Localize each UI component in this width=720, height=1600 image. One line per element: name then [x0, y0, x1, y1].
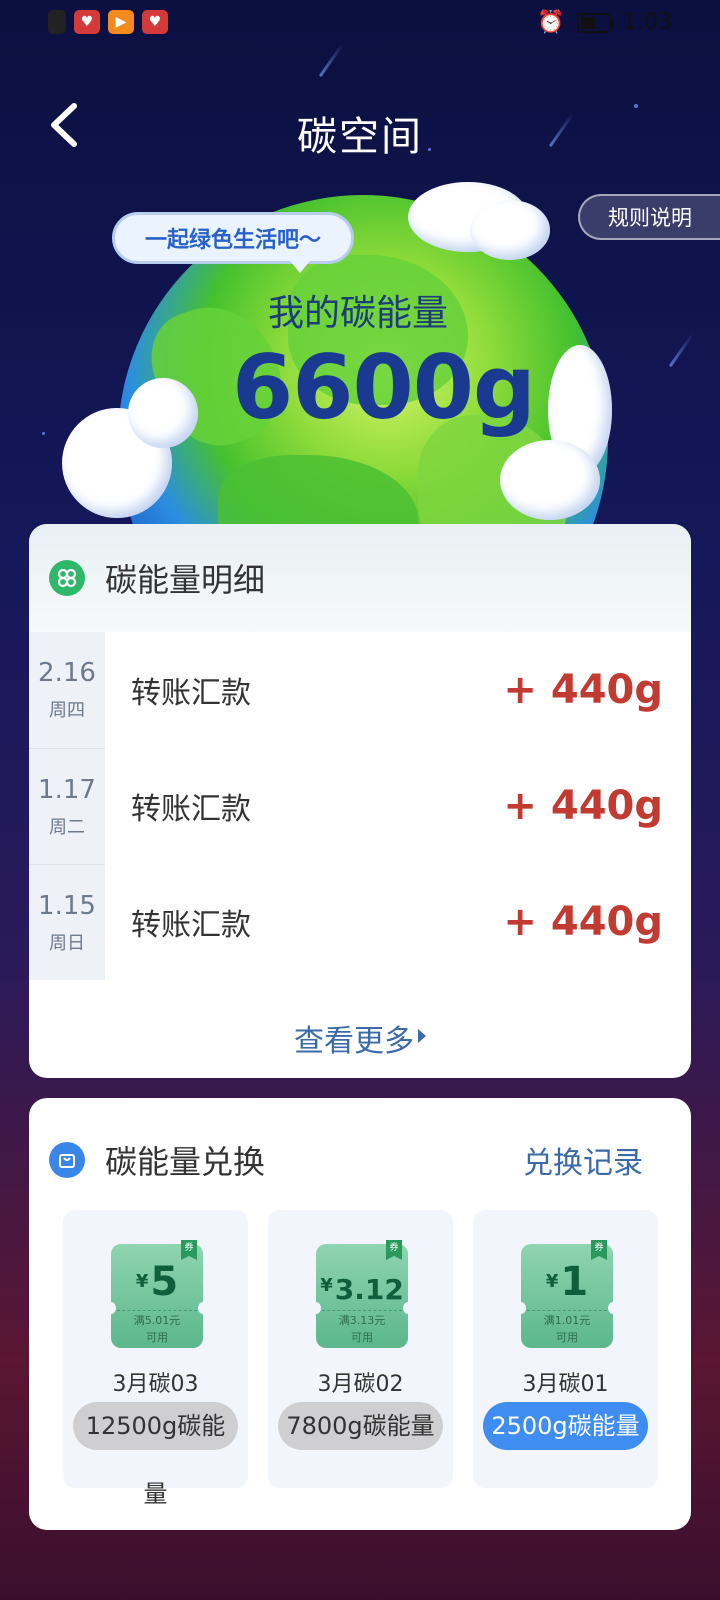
status-bar: ♥ ▶ ♥ ⏰ 1:03: [0, 0, 720, 48]
list-item[interactable]: 1.15 周日 转账汇款 + 440g: [29, 864, 691, 980]
transaction-label: 转账汇款: [131, 792, 251, 827]
streak-decoration: [668, 332, 695, 368]
coupon-name: 3月碳03: [112, 1372, 199, 1397]
redeem-cost: 7800g碳能量: [286, 1412, 435, 1440]
currency-symbol: ¥: [135, 1271, 149, 1292]
date: 2.16: [38, 658, 96, 688]
card-header: 碳能量兑换 兑换记录: [29, 1098, 691, 1222]
coupon-value: 3.12: [334, 1273, 404, 1306]
rules-button[interactable]: 规则说明: [578, 194, 720, 240]
weekday: 周日: [49, 932, 85, 954]
date-cell: 1.17 周二: [29, 748, 105, 864]
details-list: 2.16 周四 转账汇款 + 440g 1.17 周二 转账汇款 + 440g …: [29, 632, 691, 980]
coupon-list: 券 ¥5 满5.01元 可用 3月碳03 12500g碳能 量 券 ¥3.12: [63, 1210, 658, 1508]
coupon-name: 3月碳01: [522, 1372, 609, 1397]
weekday: 周四: [49, 700, 85, 721]
alarm-icon: ⏰: [537, 10, 565, 35]
coupon-value-wrap: ¥3.12: [316, 1264, 408, 1312]
coupon-condition-wrap: 满3.13元 可用: [316, 1312, 408, 1346]
transaction-label: 转账汇款: [131, 908, 251, 943]
date: 1.15: [38, 890, 96, 921]
coupon-value-wrap: ¥1: [521, 1260, 613, 1304]
redeem-button[interactable]: 12500g碳能: [73, 1402, 238, 1450]
coupon-ticket: 券 ¥3.12 满3.13元 可用: [311, 1240, 413, 1348]
redeem-cost: 12500g碳能: [85, 1412, 226, 1440]
coupon-condition: 满3.13元: [338, 1314, 386, 1327]
redeem-button[interactable]: 2500g碳能量: [483, 1402, 648, 1450]
energy-label: 我的碳能量: [268, 293, 449, 334]
star-decoration: [42, 432, 45, 435]
date-cell: 1.15 周日: [29, 864, 105, 980]
date: 1.17: [38, 774, 96, 805]
coupon-tag-icon: 券: [386, 1240, 402, 1260]
energy-details-card: 碳能量明细 2.16 周四 转账汇款 + 440g 1.17 周二 转账汇款 +…: [29, 524, 691, 1078]
coupon-condition-wrap: 满1.01元 可用: [521, 1312, 613, 1346]
energy-amount: + 440g: [503, 899, 663, 945]
slogan-bubble: 一起绿色生活吧～: [112, 212, 354, 273]
coupon-condition: 满5.01元: [133, 1314, 181, 1327]
currency-symbol: ¥: [545, 1271, 559, 1292]
video-notification-icon: ▶: [108, 10, 134, 34]
details-title: 碳能量明细: [105, 561, 266, 599]
transaction-label: 转账汇款: [131, 676, 251, 711]
list-item[interactable]: 2.16 周四 转账汇款 + 440g: [29, 632, 691, 748]
list-item[interactable]: 1.17 周二 转账汇款 + 440g: [29, 748, 691, 864]
coupon-usable: 可用: [351, 1331, 373, 1344]
shopping-bag-icon: [49, 1142, 85, 1178]
view-more-label: 查看更多: [294, 1024, 414, 1059]
caret-right-icon: [418, 1029, 426, 1043]
weekday: 周二: [49, 816, 85, 838]
coupon-tag-icon: 券: [181, 1240, 197, 1260]
energy-value: 6600g: [232, 336, 536, 439]
exchange-title: 碳能量兑换: [105, 1143, 266, 1181]
notification-icon: [48, 10, 66, 34]
redeem-button[interactable]: 7800g碳能量: [278, 1402, 443, 1450]
currency-symbol: ¥: [320, 1275, 333, 1296]
cloud-decoration: [500, 440, 600, 520]
coupon-tag-icon: 券: [591, 1240, 607, 1260]
coupon-card[interactable]: 券 ¥1 满1.01元 可用 3月碳01 2500g碳能量: [473, 1210, 658, 1488]
coupon-ticket: 券 ¥1 满1.01元 可用: [516, 1240, 618, 1348]
coupon-card[interactable]: 券 ¥5 满5.01元 可用 3月碳03 12500g碳能 量: [63, 1210, 248, 1508]
coupon-card[interactable]: 券 ¥3.12 满3.13元 可用 3月碳02 7800g碳能量: [268, 1210, 453, 1488]
coupon-value: 5: [150, 1259, 179, 1305]
date-cell: 2.16 周四: [29, 632, 105, 748]
energy-amount: + 440g: [503, 783, 663, 829]
cloud-decoration: [128, 378, 198, 448]
redeem-cost: 2500g碳能量: [491, 1412, 640, 1440]
battery-icon: [576, 12, 614, 33]
coupon-name: 3月碳02: [317, 1372, 404, 1397]
energy-amount: + 440g: [503, 667, 663, 713]
coupon-usable: 可用: [146, 1331, 168, 1344]
coupon-usable: 可用: [556, 1331, 578, 1344]
page-title: 碳空间: [297, 114, 423, 160]
energy-exchange-card: 碳能量兑换 兑换记录 券 ¥5 满5.01元 可用 3月碳03 12500g碳能…: [29, 1098, 691, 1530]
redeem-cost-overflow: 量: [143, 1480, 168, 1508]
app-notification-icon: ♥: [74, 10, 100, 34]
card-header: 碳能量明细: [29, 524, 691, 632]
notification-icons: ♥ ▶ ♥: [48, 10, 168, 34]
coupon-value-wrap: ¥5: [111, 1260, 203, 1304]
coupon-condition-wrap: 满5.01元 可用: [111, 1312, 203, 1346]
coupon-condition: 满1.01元: [543, 1314, 591, 1327]
exchange-records-link[interactable]: 兑换记录: [523, 1138, 643, 1182]
cloud-decoration: [470, 200, 550, 260]
clover-icon: [49, 560, 85, 596]
view-more-link[interactable]: 查看更多: [29, 1016, 691, 1060]
clock: 1:03: [622, 10, 672, 35]
coupon-value: 1: [560, 1259, 589, 1305]
system-icons: ⏰ 1:03: [537, 10, 672, 35]
coupon-ticket: 券 ¥5 满5.01元 可用: [106, 1240, 208, 1348]
app-notification-icon: ♥: [142, 10, 168, 34]
